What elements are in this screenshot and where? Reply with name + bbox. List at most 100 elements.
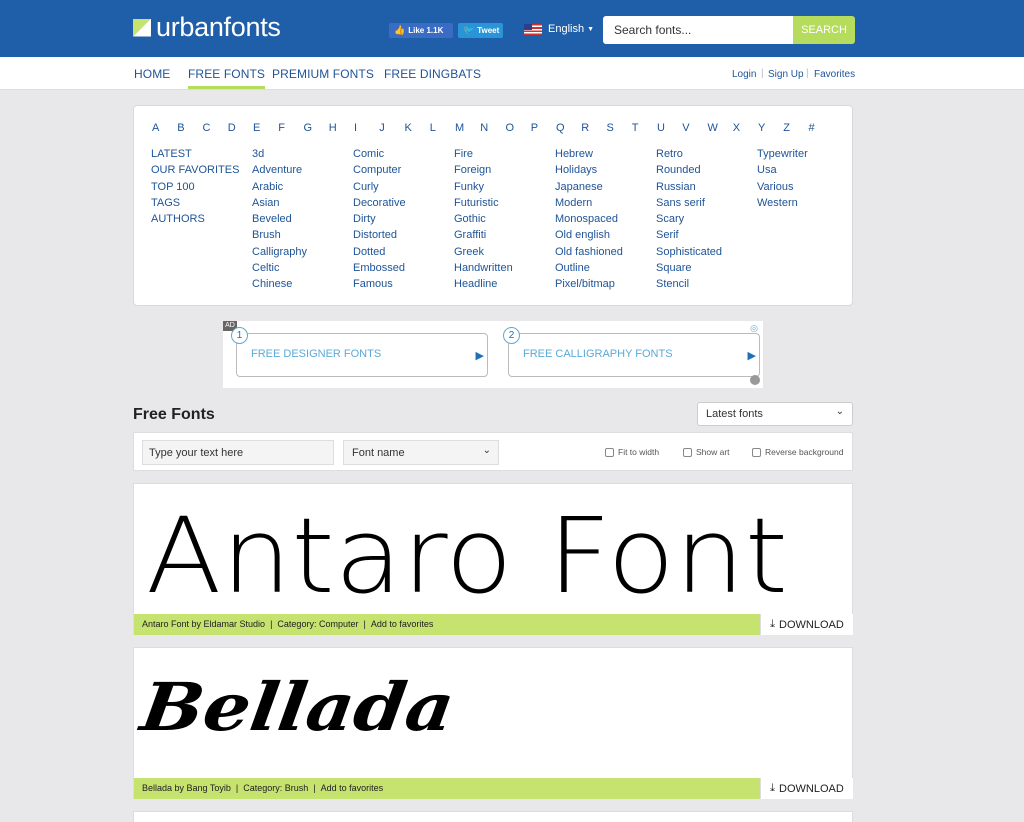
category-link[interactable]: OUR FAVORITES bbox=[151, 162, 239, 178]
letter-link[interactable]: P bbox=[531, 122, 538, 134]
category-link[interactable]: Scary bbox=[656, 211, 722, 227]
category-link[interactable]: Usa bbox=[757, 162, 808, 178]
category-link[interactable]: Typewriter bbox=[757, 146, 808, 162]
category-link[interactable]: Greek bbox=[454, 244, 513, 260]
letter-link[interactable]: D bbox=[228, 122, 236, 134]
category-link[interactable]: Gothic bbox=[454, 211, 513, 227]
category-link[interactable]: LATEST bbox=[151, 146, 239, 162]
category-link[interactable]: Futuristic bbox=[454, 195, 513, 211]
category-link[interactable]: Serif bbox=[656, 227, 722, 243]
category-link[interactable]: Monospaced bbox=[555, 211, 623, 227]
letter-link[interactable]: S bbox=[607, 122, 614, 134]
language-selector[interactable]: English ▼ bbox=[524, 23, 594, 35]
category-link[interactable]: Celtic bbox=[252, 260, 307, 276]
nav-free-fonts[interactable]: FREE FONTS bbox=[188, 67, 266, 89]
category-link[interactable]: Modern bbox=[555, 195, 623, 211]
add-to-favorites-link[interactable]: Add to favorites bbox=[371, 619, 434, 629]
ad-link-calligraphy-fonts[interactable]: 2 FREE CALLIGRAPHY FONTS ▶ bbox=[503, 327, 760, 377]
category-link[interactable]: Brush bbox=[252, 227, 307, 243]
category-link[interactable]: Comic bbox=[353, 146, 406, 162]
category-link[interactable]: Hebrew bbox=[555, 146, 623, 162]
letter-link[interactable]: Z bbox=[783, 122, 790, 134]
category-link[interactable]: Sans serif bbox=[656, 195, 722, 211]
font-name-select[interactable]: Font name ⌄ bbox=[343, 440, 499, 465]
category-link[interactable]: Famous bbox=[353, 276, 406, 292]
category-link[interactable]: Sophisticated bbox=[656, 244, 722, 260]
letter-link[interactable]: B bbox=[177, 122, 184, 134]
category-link[interactable]: TOP 100 bbox=[151, 179, 239, 195]
letter-link[interactable]: V bbox=[682, 122, 689, 134]
letter-link[interactable]: L bbox=[430, 122, 436, 134]
search-input[interactable] bbox=[603, 16, 793, 44]
preview-text-input[interactable] bbox=[142, 440, 334, 465]
tweet-button[interactable]: 🐦 Tweet bbox=[458, 23, 503, 38]
search-button[interactable]: SEARCH bbox=[793, 16, 855, 44]
category-link[interactable]: Chinese bbox=[252, 276, 307, 292]
category-link[interactable]: Foreign bbox=[454, 162, 513, 178]
letter-link[interactable]: T bbox=[632, 122, 639, 134]
category-link[interactable]: AUTHORS bbox=[151, 211, 239, 227]
reverse-background-checkbox[interactable]: Reverse background bbox=[752, 447, 843, 457]
category-link[interactable]: Computer bbox=[353, 162, 406, 178]
category-link[interactable]: Old english bbox=[555, 227, 623, 243]
letter-link[interactable]: E bbox=[253, 122, 260, 134]
category-link[interactable]: Graffiti bbox=[454, 227, 513, 243]
font-preview[interactable]: Antaro Font bbox=[134, 484, 852, 614]
letter-link[interactable]: C bbox=[203, 122, 211, 134]
nav-free-dingbats[interactable]: FREE DINGBATS bbox=[384, 67, 481, 81]
letter-link[interactable]: J bbox=[379, 122, 385, 134]
sort-select[interactable]: Latest fonts ⌄ bbox=[697, 402, 853, 426]
letter-link[interactable]: F bbox=[278, 122, 285, 134]
category-link[interactable]: Headline bbox=[454, 276, 513, 292]
ad-link-designer-fonts[interactable]: 1 FREE DESIGNER FONTS ▶ bbox=[231, 327, 488, 377]
site-logo[interactable]: urbanfonts bbox=[133, 12, 281, 43]
login-link[interactable]: Login bbox=[732, 69, 756, 80]
category-link[interactable]: 3d bbox=[252, 146, 307, 162]
category-link[interactable]: Stencil bbox=[656, 276, 722, 292]
category-link[interactable]: Dirty bbox=[353, 211, 406, 227]
letter-link[interactable]: I bbox=[354, 122, 357, 134]
category-link[interactable]: Fire bbox=[454, 146, 513, 162]
download-button[interactable]: ⤓ DOWNLOAD bbox=[760, 614, 853, 635]
category-link[interactable]: Rounded bbox=[656, 162, 722, 178]
letter-link[interactable]: Y bbox=[758, 122, 765, 134]
download-button[interactable]: ⤓ DOWNLOAD bbox=[760, 778, 853, 799]
category-link[interactable]: Curly bbox=[353, 179, 406, 195]
category-link[interactable]: Pixel/bitmap bbox=[555, 276, 623, 292]
category-link[interactable]: Arabic bbox=[252, 179, 307, 195]
letter-link[interactable]: R bbox=[581, 122, 589, 134]
category-link[interactable]: Calligraphy bbox=[252, 244, 307, 260]
category-link[interactable]: Old fashioned bbox=[555, 244, 623, 260]
category-link[interactable]: Outline bbox=[555, 260, 623, 276]
letter-link[interactable]: X bbox=[733, 122, 740, 134]
category-link[interactable]: Distorted bbox=[353, 227, 406, 243]
letter-link[interactable]: M bbox=[455, 122, 464, 134]
category-link[interactable]: Retro bbox=[656, 146, 722, 162]
signup-link[interactable]: Sign Up bbox=[768, 69, 804, 80]
letter-link[interactable]: G bbox=[304, 122, 313, 134]
letter-link[interactable]: U bbox=[657, 122, 665, 134]
letter-link[interactable]: # bbox=[809, 122, 815, 134]
category-link[interactable]: Funky bbox=[454, 179, 513, 195]
font-category-link[interactable]: Category: Computer bbox=[277, 619, 358, 629]
category-link[interactable]: Dotted bbox=[353, 244, 406, 260]
category-link[interactable]: Japanese bbox=[555, 179, 623, 195]
letter-link[interactable]: W bbox=[708, 122, 718, 134]
nav-home[interactable]: HOME bbox=[134, 67, 170, 81]
category-link[interactable]: Russian bbox=[656, 179, 722, 195]
category-link[interactable]: Western bbox=[757, 195, 808, 211]
nav-premium-fonts[interactable]: PREMIUM FONTS bbox=[272, 67, 374, 81]
font-preview[interactable]: Bellada bbox=[134, 648, 852, 778]
category-link[interactable]: TAGS bbox=[151, 195, 239, 211]
fit-to-width-checkbox[interactable]: Fit to width bbox=[605, 447, 659, 457]
category-link[interactable]: Holidays bbox=[555, 162, 623, 178]
info-icon[interactable] bbox=[750, 375, 760, 385]
font-author-link[interactable]: Bellada by Bang Toyib bbox=[142, 783, 231, 793]
category-link[interactable]: Asian bbox=[252, 195, 307, 211]
add-to-favorites-link[interactable]: Add to favorites bbox=[321, 783, 384, 793]
letter-link[interactable]: A bbox=[152, 122, 159, 134]
letter-link[interactable]: H bbox=[329, 122, 337, 134]
font-category-link[interactable]: Category: Brush bbox=[243, 783, 308, 793]
letter-link[interactable]: Q bbox=[556, 122, 565, 134]
category-link[interactable]: Adventure bbox=[252, 162, 307, 178]
